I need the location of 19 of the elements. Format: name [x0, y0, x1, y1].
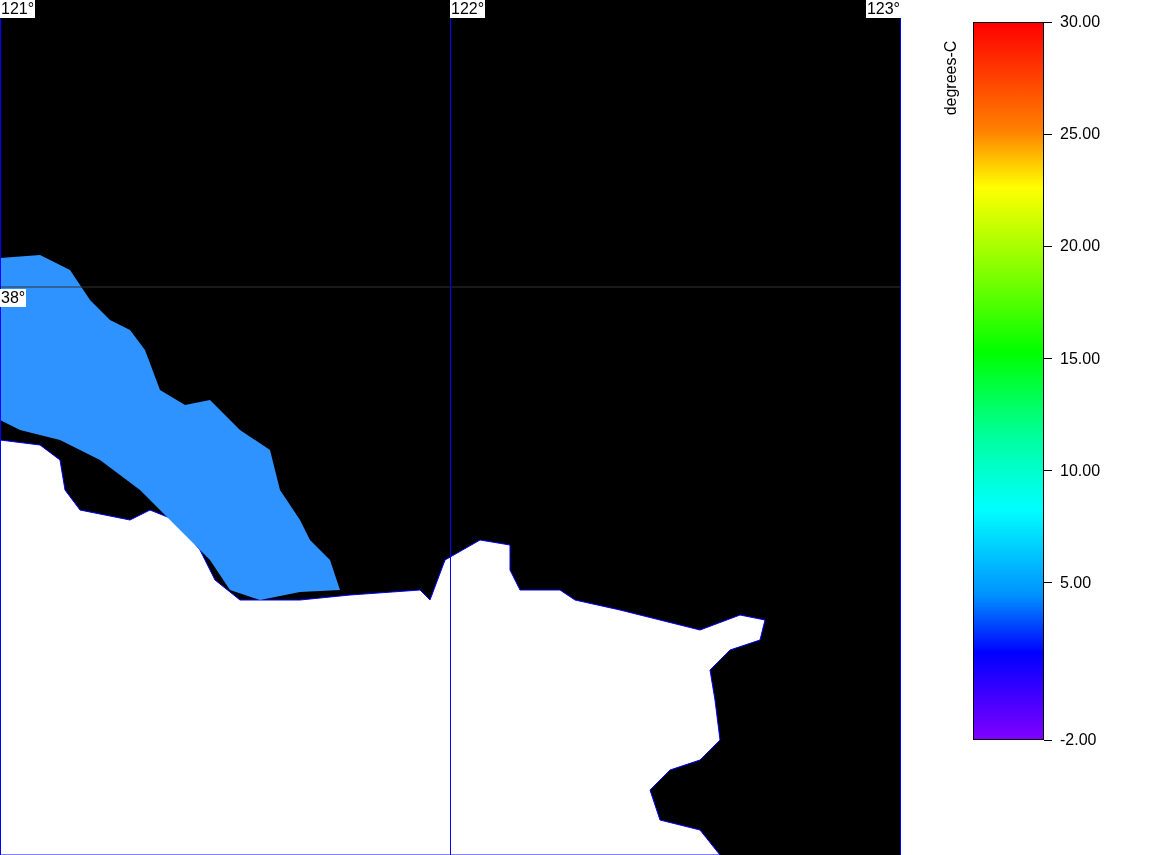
tick-label: 15.00	[1060, 349, 1101, 368]
longitude-label: 121°	[0, 0, 36, 18]
tick-label: 5.00	[1060, 573, 1092, 592]
longitude-label: 123°	[865, 0, 901, 18]
tick-mark	[1044, 133, 1052, 135]
tick-mark	[1044, 582, 1052, 584]
tick-label: 30.00	[1060, 13, 1101, 31]
tick-mark	[1044, 470, 1052, 472]
tick-label: 25.00	[1060, 125, 1101, 144]
tick-mark	[1044, 739, 1052, 741]
tick-mark	[1044, 358, 1052, 360]
latitude-label: 38°	[0, 289, 27, 307]
tick-mark	[1044, 245, 1052, 247]
tick-label: 10.00	[1060, 461, 1101, 480]
scale-title: degrees-C	[942, 40, 960, 116]
longitude-label: 122°	[450, 0, 486, 18]
tick-label: -2.00	[1060, 731, 1097, 749]
tick-mark	[1044, 21, 1052, 23]
tick-label: 20.00	[1060, 237, 1101, 256]
